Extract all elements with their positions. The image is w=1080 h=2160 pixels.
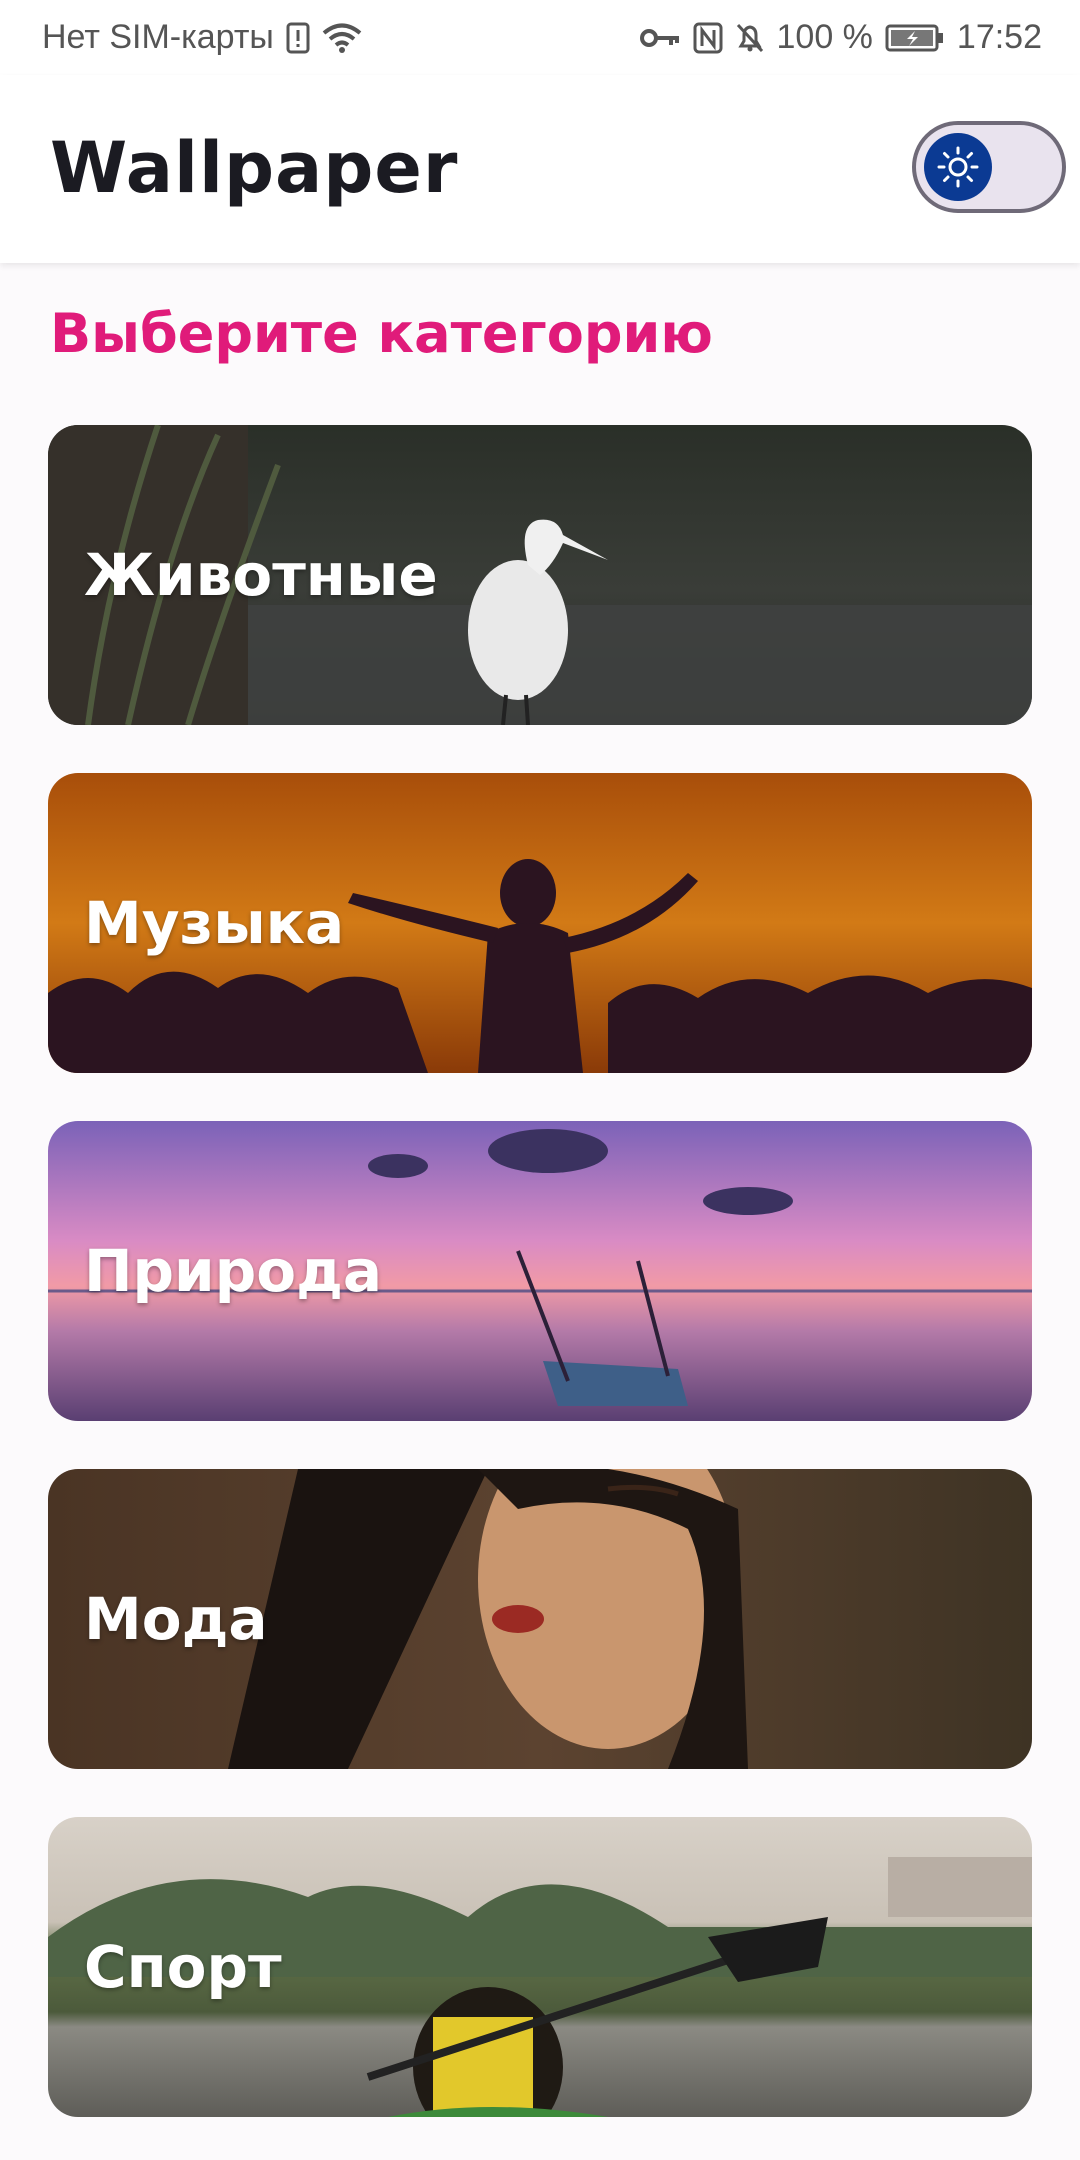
nfc-icon bbox=[693, 22, 723, 54]
category-label: Животные bbox=[84, 541, 438, 609]
status-bar: Нет SIM-карты 100 % 17:52 bbox=[0, 0, 1080, 75]
wifi-icon bbox=[322, 22, 362, 54]
sun-icon bbox=[937, 146, 979, 188]
category-card-music[interactable]: Музыка bbox=[48, 773, 1032, 1073]
toggle-thumb bbox=[924, 133, 992, 201]
app-title: Wallpaper bbox=[50, 127, 459, 209]
sim-alert-icon bbox=[286, 22, 310, 54]
category-label: Мода bbox=[84, 1585, 268, 1653]
category-card-animals[interactable]: Животные bbox=[48, 425, 1032, 725]
carrier-text: Нет SIM-карты bbox=[42, 18, 274, 56]
bell-muted-icon bbox=[735, 22, 765, 54]
app-bar: Wallpaper bbox=[0, 75, 1080, 263]
category-card-nature[interactable]: Природа bbox=[48, 1121, 1032, 1421]
key-icon bbox=[639, 26, 681, 50]
category-card-fashion[interactable]: Мода bbox=[48, 1469, 1032, 1769]
category-label: Природа bbox=[84, 1237, 383, 1305]
clock: 17:52 bbox=[956, 18, 1042, 56]
theme-toggle[interactable] bbox=[912, 121, 1066, 213]
category-card-sport[interactable]: Спорт bbox=[48, 1817, 1032, 2117]
category-label: Музыка bbox=[84, 889, 345, 957]
battery-charging-icon bbox=[885, 23, 945, 53]
category-label: Спорт bbox=[84, 1933, 282, 2001]
battery-percent: 100 % bbox=[776, 18, 873, 56]
section-title: Выберите категорию bbox=[50, 302, 713, 365]
